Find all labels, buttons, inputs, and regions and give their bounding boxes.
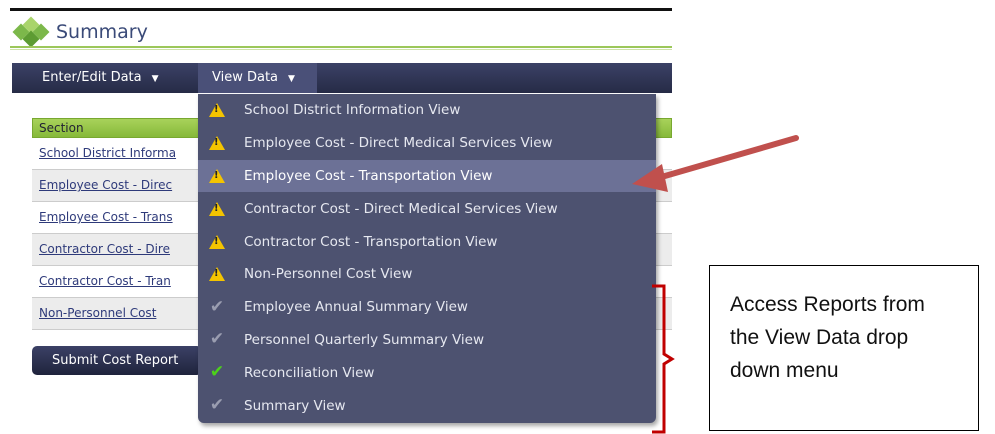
gray-check-icon: ✔ (209, 296, 225, 317)
menu-item-contractor-cost-transportation-view[interactable]: Contractor Cost - Transportation View (198, 225, 656, 258)
section-link[interactable]: Contractor Cost - Dire (39, 242, 170, 256)
section-link[interactable]: Employee Cost - Direc (39, 178, 172, 192)
menu-item-summary-view[interactable]: ✔ Summary View (198, 389, 656, 422)
view-data-label: View Data (212, 70, 279, 85)
menu-item-employee-cost-dms-view[interactable]: Employee Cost - Direct Medical Services … (198, 127, 656, 160)
menu-item-label: Employee Cost - Transportation View (244, 167, 493, 184)
menu-item-label: Summary View (244, 397, 346, 414)
view-data-menu[interactable]: View Data ▼ (198, 63, 317, 93)
top-border (10, 8, 672, 11)
nav-bar: Enter/Edit Data ▼ View Data ▼ (12, 63, 672, 93)
callout-line: Access Reports from (730, 293, 925, 316)
page-title: Summary (56, 21, 148, 43)
menu-item-personnel-quarterly-summary-view[interactable]: ✔ Personnel Quarterly Summary View (198, 324, 656, 357)
menu-item-label: Contractor Cost - Direct Medical Service… (244, 200, 558, 217)
warning-icon (206, 267, 228, 282)
warning-icon (206, 103, 228, 118)
menu-item-label: Personnel Quarterly Summary View (244, 331, 485, 348)
warning-icon (206, 234, 228, 249)
menu-item-employee-cost-transportation-view[interactable]: Employee Cost - Transportation View (198, 159, 656, 193)
menu-item-employee-annual-summary-view[interactable]: ✔ Employee Annual Summary View (198, 291, 656, 324)
menu-item-label: Employee Annual Summary View (244, 299, 468, 316)
menu-item-contractor-cost-dms-view[interactable]: Contractor Cost - Direct Medical Service… (198, 192, 656, 225)
gray-check-icon: ✔ (209, 329, 225, 350)
caret-down-icon: ▼ (151, 74, 159, 84)
menu-item-label: School District Information View (244, 102, 461, 119)
warning-icon (206, 168, 228, 183)
menu-item-label: Reconciliation View (244, 364, 375, 381)
caret-down-icon: ▼ (288, 74, 295, 84)
section-link[interactable]: Non-Personnel Cost (39, 306, 156, 320)
page-header: Summary (12, 16, 148, 48)
green-check-icon: ✔ (209, 362, 225, 383)
section-link[interactable]: School District Informa (39, 146, 176, 160)
warning-icon (206, 201, 228, 216)
warning-icon (206, 136, 228, 151)
submit-cost-report-button[interactable]: Submit Cost Report (32, 346, 202, 375)
title-divider (10, 46, 672, 48)
annotation-callout: Access Reports from the View Data drop d… (709, 265, 979, 431)
red-arrow-icon (632, 135, 799, 192)
menu-item-non-personnel-cost-view[interactable]: Non-Personnel Cost View (198, 258, 656, 291)
title-divider-light (10, 49, 672, 50)
menu-item-label: Contractor Cost - Transportation View (244, 233, 498, 250)
menu-item-reconciliation-view[interactable]: ✔ Reconciliation View (198, 356, 656, 389)
section-link[interactable]: Contractor Cost - Tran (39, 274, 171, 288)
menu-item-label: Non-Personnel Cost View (244, 266, 413, 283)
diamond-logo-icon (12, 16, 50, 48)
callout-line: the View Data drop (730, 326, 909, 349)
callout-line: down menu (730, 359, 839, 382)
bracket-icon (652, 284, 675, 434)
enter-edit-data-menu[interactable]: Enter/Edit Data ▼ (30, 63, 171, 93)
view-data-dropdown: School District Information View Employe… (198, 94, 656, 423)
menu-item-label: Employee Cost - Direct Medical Services … (244, 135, 553, 152)
section-link[interactable]: Employee Cost - Trans (39, 210, 173, 224)
menu-item-school-district-information-view[interactable]: School District Information View (198, 94, 656, 127)
gray-check-icon: ✔ (209, 395, 225, 416)
enter-edit-data-label: Enter/Edit Data (42, 70, 142, 85)
